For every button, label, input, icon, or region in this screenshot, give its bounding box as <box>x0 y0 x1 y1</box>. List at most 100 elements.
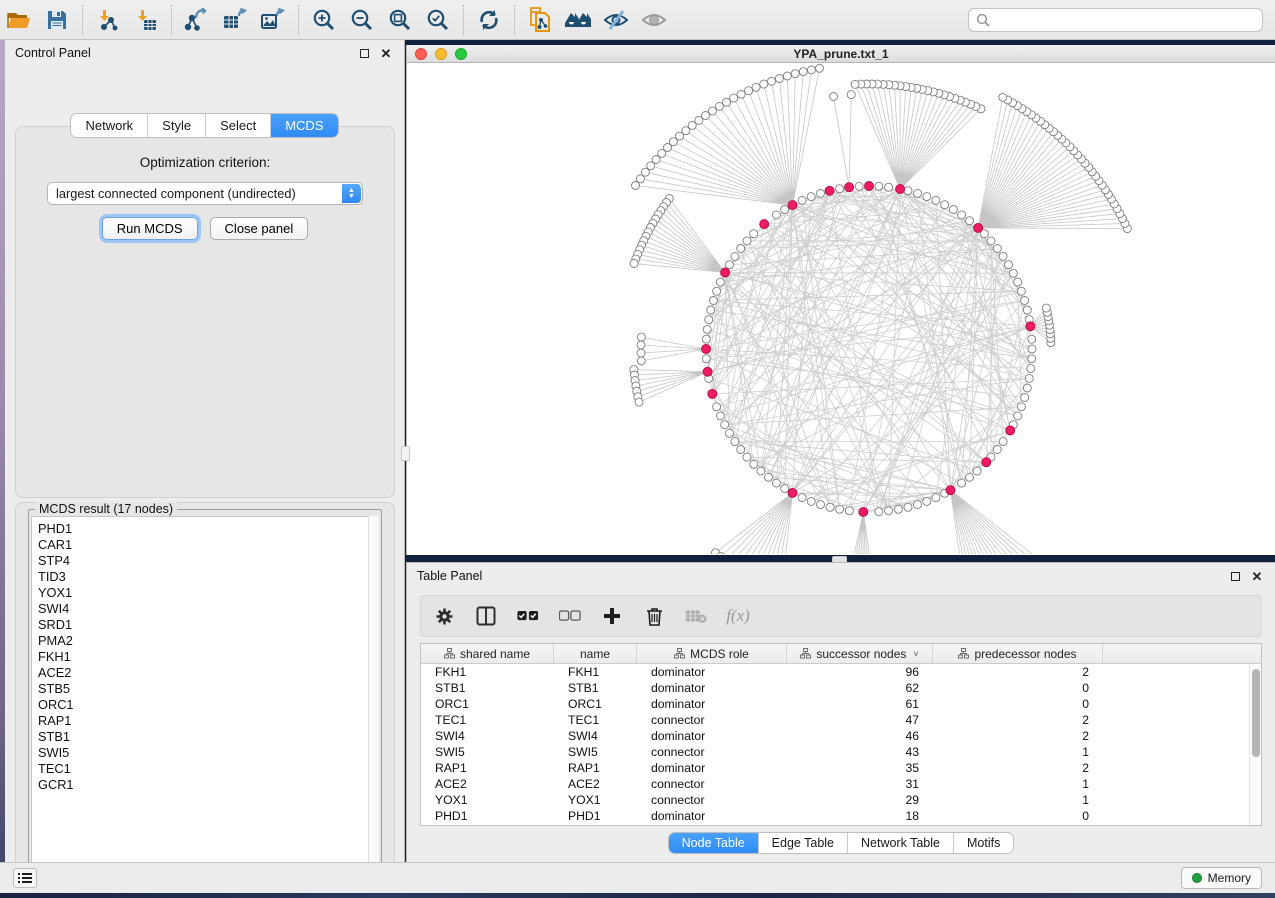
tab-network[interactable]: Network <box>71 114 148 137</box>
export-network-icon[interactable] <box>178 3 216 37</box>
mcds-hub-node[interactable] <box>788 201 797 210</box>
mcds-hub-node[interactable] <box>896 185 905 194</box>
network-window-titlebar[interactable]: YPA_prune.txt_1 <box>407 45 1275 63</box>
table-cell[interactable]: 1 <box>933 793 1103 807</box>
network-node[interactable] <box>783 72 791 80</box>
mcds-result-item[interactable]: GCR1 <box>38 777 378 793</box>
table-cell[interactable]: ACE2 <box>421 777 554 791</box>
table-row[interactable]: YOX1YOX1connector291 <box>421 792 1261 808</box>
network-node[interactable] <box>745 87 753 95</box>
mcds-hub-node[interactable] <box>788 488 797 497</box>
mcds-hub-node[interactable] <box>974 223 983 232</box>
mcds-result-item[interactable]: STB1 <box>38 729 378 745</box>
table-cell[interactable]: 1 <box>933 777 1103 791</box>
network-node[interactable] <box>730 94 738 102</box>
mcds-hub-node[interactable] <box>845 183 854 192</box>
table-cell[interactable]: 0 <box>933 697 1103 711</box>
network-node[interactable] <box>875 508 883 516</box>
network-node[interactable] <box>752 83 760 91</box>
table-cell[interactable]: STB1 <box>421 681 554 695</box>
network-node[interactable] <box>999 438 1007 446</box>
table-cell[interactable]: RAP1 <box>421 761 554 775</box>
deselect-all-icon[interactable] <box>559 605 581 627</box>
table-row[interactable]: ACE2ACE2connector311 <box>421 776 1261 792</box>
network-node[interactable] <box>1017 287 1025 295</box>
network-node[interactable] <box>705 316 713 324</box>
mcds-hub-node[interactable] <box>1006 426 1015 435</box>
window-close-icon[interactable] <box>415 48 427 60</box>
network-node[interactable] <box>958 211 966 219</box>
network-node[interactable] <box>791 70 799 78</box>
network-node[interactable] <box>772 211 780 219</box>
network-node[interactable] <box>632 182 640 190</box>
mcds-hub-node[interactable] <box>1026 322 1035 331</box>
network-node[interactable] <box>914 501 922 509</box>
table-row[interactable]: PHD1PHD1dominator180 <box>421 808 1261 824</box>
network-node[interactable] <box>826 503 834 511</box>
mcds-hub-node[interactable] <box>721 268 730 277</box>
table-cell[interactable]: connector <box>637 777 787 791</box>
mcds-result-item[interactable]: SWI4 <box>38 601 378 617</box>
table-cell[interactable]: SWI4 <box>554 729 637 743</box>
network-node[interactable] <box>1028 345 1036 353</box>
table-cell[interactable]: 2 <box>933 729 1103 743</box>
table-row[interactable]: FKH1FKH1dominator962 <box>421 664 1261 680</box>
task-history-button[interactable] <box>13 868 37 888</box>
network-node[interactable] <box>999 252 1007 260</box>
network-node[interactable] <box>637 357 645 365</box>
table-cell[interactable]: connector <box>637 713 787 727</box>
network-node[interactable] <box>635 398 643 406</box>
network-node[interactable] <box>973 467 981 475</box>
network-node[interactable] <box>750 460 758 468</box>
network-node[interactable] <box>949 206 957 214</box>
clone-network-icon[interactable] <box>521 3 559 37</box>
mcds-result-item[interactable]: TEC1 <box>38 761 378 777</box>
mcds-hub-node[interactable] <box>865 182 874 191</box>
network-node[interactable] <box>760 80 768 88</box>
table-cell[interactable]: 31 <box>787 777 933 791</box>
table-row[interactable]: SWI4SWI4dominator462 <box>421 728 1261 744</box>
hide-selected-icon[interactable] <box>597 3 635 37</box>
network-node[interactable] <box>932 196 940 204</box>
mcds-result-item[interactable]: ORC1 <box>38 697 378 713</box>
table-cell[interactable]: TEC1 <box>421 713 554 727</box>
close-panel-icon[interactable]: ✕ <box>378 45 394 61</box>
network-node[interactable] <box>737 90 745 98</box>
network-node[interactable] <box>637 341 645 349</box>
refresh-icon[interactable] <box>470 3 508 37</box>
panel-splitter-vertical[interactable] <box>401 446 410 461</box>
table-cell[interactable]: 2 <box>933 665 1103 679</box>
network-graph[interactable] <box>407 63 1274 554</box>
show-columns-icon[interactable] <box>475 605 497 627</box>
network-node[interactable] <box>836 185 844 193</box>
node-table[interactable]: shared namenameMCDS rolesuccessor nodes˅… <box>420 643 1262 826</box>
column-header-predecessor-nodes[interactable]: predecessor nodes <box>933 644 1103 663</box>
zoom-out-icon[interactable] <box>343 3 381 37</box>
mcds-hub-node[interactable] <box>859 507 868 516</box>
tab-motifs[interactable]: Motifs <box>954 833 1013 853</box>
table-cell[interactable]: 61 <box>787 697 933 711</box>
network-node[interactable] <box>855 182 863 190</box>
network-node[interactable] <box>894 505 902 513</box>
show-all-icon[interactable] <box>635 3 673 37</box>
tab-mcds[interactable]: MCDS <box>271 114 337 137</box>
network-node[interactable] <box>904 503 912 511</box>
network-node[interactable] <box>807 66 815 74</box>
mcds-result-item[interactable]: STP4 <box>38 553 378 569</box>
table-cell[interactable]: 47 <box>787 713 933 727</box>
search-input[interactable] <box>995 10 1255 30</box>
node-table-scroll-thumb[interactable] <box>1252 669 1260 757</box>
network-node[interactable] <box>723 98 731 106</box>
table-cell[interactable]: dominator <box>637 761 787 775</box>
mcds-result-scrollbar[interactable] <box>368 516 379 880</box>
column-header-MCDS-role[interactable]: MCDS role <box>637 644 787 663</box>
mcds-result-item[interactable]: TID3 <box>38 569 378 585</box>
network-node[interactable] <box>1014 278 1022 286</box>
network-node[interactable] <box>807 193 815 201</box>
network-node[interactable] <box>702 355 710 363</box>
network-node[interactable] <box>757 467 765 475</box>
network-node[interactable] <box>731 252 739 260</box>
table-row[interactable]: ORC1ORC1dominator610 <box>421 696 1261 712</box>
table-cell[interactable]: dominator <box>637 681 787 695</box>
network-node[interactable] <box>817 501 825 509</box>
